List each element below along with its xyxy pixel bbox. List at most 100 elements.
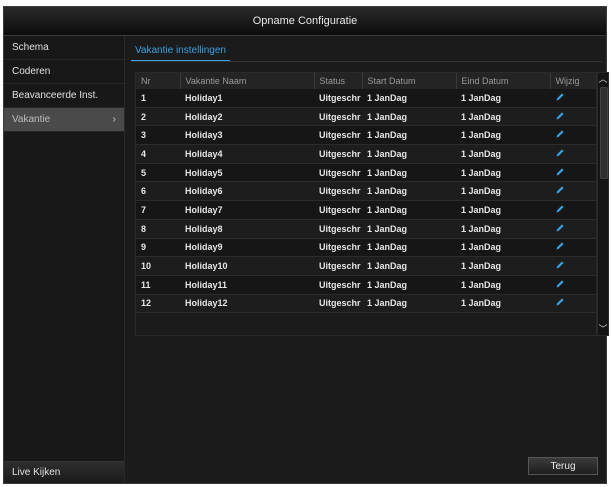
cell-start-date: 1 JanDag <box>362 275 456 295</box>
table-row[interactable]: 1 Holiday1 Uitgeschr 1 JanDag 1 JanDag <box>136 89 596 108</box>
cell-holiday-name: Holiday8 <box>180 219 314 239</box>
pencil-icon[interactable] <box>555 167 565 177</box>
cell-start-date: 1 JanDag <box>362 144 456 164</box>
cell-nr: 7 <box>136 200 180 220</box>
tab-vakantie-instellingen[interactable]: Vakantie instellingen <box>131 44 230 61</box>
pencil-icon[interactable] <box>555 148 565 158</box>
cell-end-date: 1 JanDag <box>456 219 550 239</box>
cell-holiday-name: Holiday12 <box>180 294 314 314</box>
scrollbar-thumb[interactable] <box>600 87 608 179</box>
live-view-button[interactable]: Live Kijken <box>4 461 124 483</box>
table-row[interactable]: 7 Holiday7 Uitgeschr 1 JanDag 1 JanDag <box>136 200 596 220</box>
header-name: Vakantie Naam <box>180 73 315 89</box>
cell-holiday-name: Holiday4 <box>180 144 314 164</box>
sidebar-item-label: Schema <box>12 42 49 53</box>
chevron-right-icon: › <box>112 114 116 125</box>
sidebar-item-advanced[interactable]: Beavanceerde Inst. <box>4 84 124 108</box>
sidebar-item-vakantie[interactable]: Vakantie › <box>4 108 124 132</box>
holiday-table: Nr Vakantie Naam Status Start Datum Eind… <box>135 72 597 336</box>
cell-holiday-name: Holiday9 <box>180 238 314 258</box>
cell-status: Uitgeschr <box>314 256 362 276</box>
cell-holiday-name: Holiday10 <box>180 256 314 276</box>
cell-holiday-name: Holiday6 <box>180 181 314 202</box>
cell-edit <box>550 107 596 127</box>
pencil-icon[interactable] <box>555 185 565 195</box>
chevron-up-icon[interactable]: ︿ <box>598 74 608 84</box>
header-end-date: Eind Datum <box>456 73 551 89</box>
header-nr: Nr <box>136 73 181 89</box>
cell-nr: 5 <box>136 163 180 183</box>
cell-status: Uitgeschr <box>314 125 362 146</box>
config-window: Opname Configuratie Schema Coderen Beava… <box>3 6 609 484</box>
table-row[interactable]: 5 Holiday5 Uitgeschr 1 JanDag 1 JanDag <box>136 163 596 183</box>
table-row[interactable]: 4 Holiday4 Uitgeschr 1 JanDag 1 JanDag <box>136 144 596 164</box>
header-status: Status <box>314 73 363 89</box>
sidebar-item-coderen[interactable]: Coderen <box>4 60 124 84</box>
window-title: Opname Configuratie <box>4 7 606 36</box>
cell-status: Uitgeschr <box>314 163 362 183</box>
cell-end-date: 1 JanDag <box>456 107 550 127</box>
cell-end-date: 1 JanDag <box>456 294 550 314</box>
table-row[interactable]: 8 Holiday8 Uitgeschr 1 JanDag 1 JanDag <box>136 219 596 239</box>
pencil-icon[interactable] <box>555 204 565 214</box>
cell-end-date: 1 JanDag <box>456 181 550 202</box>
cell-edit <box>550 275 596 295</box>
cell-edit <box>550 200 596 220</box>
sidebar-item-label: Coderen <box>12 66 51 77</box>
cell-end-date: 1 JanDag <box>456 125 550 146</box>
table-row[interactable]: 2 Holiday2 Uitgeschr 1 JanDag 1 JanDag <box>136 107 596 127</box>
cell-nr: 10 <box>136 256 180 276</box>
cell-start-date: 1 JanDag <box>362 163 456 183</box>
cell-end-date: 1 JanDag <box>456 275 550 295</box>
table-scrollbar[interactable]: ︿ ﹀ <box>597 72 609 336</box>
cell-edit <box>550 294 596 314</box>
cell-edit <box>550 181 596 202</box>
cell-edit <box>550 144 596 164</box>
cell-nr: 4 <box>136 144 180 164</box>
cell-start-date: 1 JanDag <box>362 294 456 314</box>
back-button[interactable]: Terug <box>528 457 598 475</box>
cell-status: Uitgeschr <box>314 107 362 127</box>
cell-holiday-name: Holiday7 <box>180 200 314 220</box>
table-row[interactable]: 9 Holiday9 Uitgeschr 1 JanDag 1 JanDag <box>136 238 596 258</box>
pencil-icon[interactable] <box>555 223 565 233</box>
pencil-icon[interactable] <box>555 260 565 270</box>
header-edit: Wijzig <box>550 73 596 89</box>
table-row[interactable]: 6 Holiday6 Uitgeschr 1 JanDag 1 JanDag <box>136 181 596 202</box>
cell-nr: 9 <box>136 238 180 258</box>
cell-status: Uitgeschr <box>314 144 362 164</box>
table-row[interactable]: 12 Holiday12 Uitgeschr 1 JanDag 1 JanDag <box>136 294 596 314</box>
cell-status: Uitgeschr <box>314 219 362 239</box>
table-row[interactable]: 3 Holiday3 Uitgeschr 1 JanDag 1 JanDag <box>136 125 596 146</box>
pencil-icon[interactable] <box>555 279 565 289</box>
cell-status: Uitgeschr <box>314 238 362 258</box>
cell-start-date: 1 JanDag <box>362 181 456 202</box>
cell-holiday-name: Holiday3 <box>180 125 314 146</box>
pencil-icon[interactable] <box>555 111 565 121</box>
sidebar-item-label: Beavanceerde Inst. <box>12 90 99 101</box>
cell-end-date: 1 JanDag <box>456 144 550 164</box>
pencil-icon[interactable] <box>555 92 565 102</box>
pencil-icon[interactable] <box>555 241 565 251</box>
cell-holiday-name: Holiday11 <box>180 275 314 295</box>
cell-edit <box>550 219 596 239</box>
sidebar-item-schema[interactable]: Schema <box>4 36 124 60</box>
table-header-row: Nr Vakantie Naam Status Start Datum Eind… <box>136 73 596 89</box>
cell-start-date: 1 JanDag <box>362 125 456 146</box>
cell-edit <box>550 125 596 146</box>
cell-holiday-name: Holiday5 <box>180 163 314 183</box>
table-row[interactable]: 11 Holiday11 Uitgeschr 1 JanDag 1 JanDag <box>136 275 596 295</box>
cell-nr: 11 <box>136 275 180 295</box>
cell-edit <box>550 89 596 108</box>
table-row[interactable]: 10 Holiday10 Uitgeschr 1 JanDag 1 JanDag <box>136 256 596 276</box>
cell-status: Uitgeschr <box>314 89 362 108</box>
chevron-down-icon[interactable]: ﹀ <box>598 324 608 334</box>
pencil-icon[interactable] <box>555 297 565 307</box>
pencil-icon[interactable] <box>555 129 565 139</box>
cell-start-date: 1 JanDag <box>362 256 456 276</box>
header-start-date: Start Datum <box>362 73 457 89</box>
cell-start-date: 1 JanDag <box>362 238 456 258</box>
cell-status: Uitgeschr <box>314 294 362 314</box>
cell-edit <box>550 256 596 276</box>
cell-nr: 2 <box>136 107 180 127</box>
